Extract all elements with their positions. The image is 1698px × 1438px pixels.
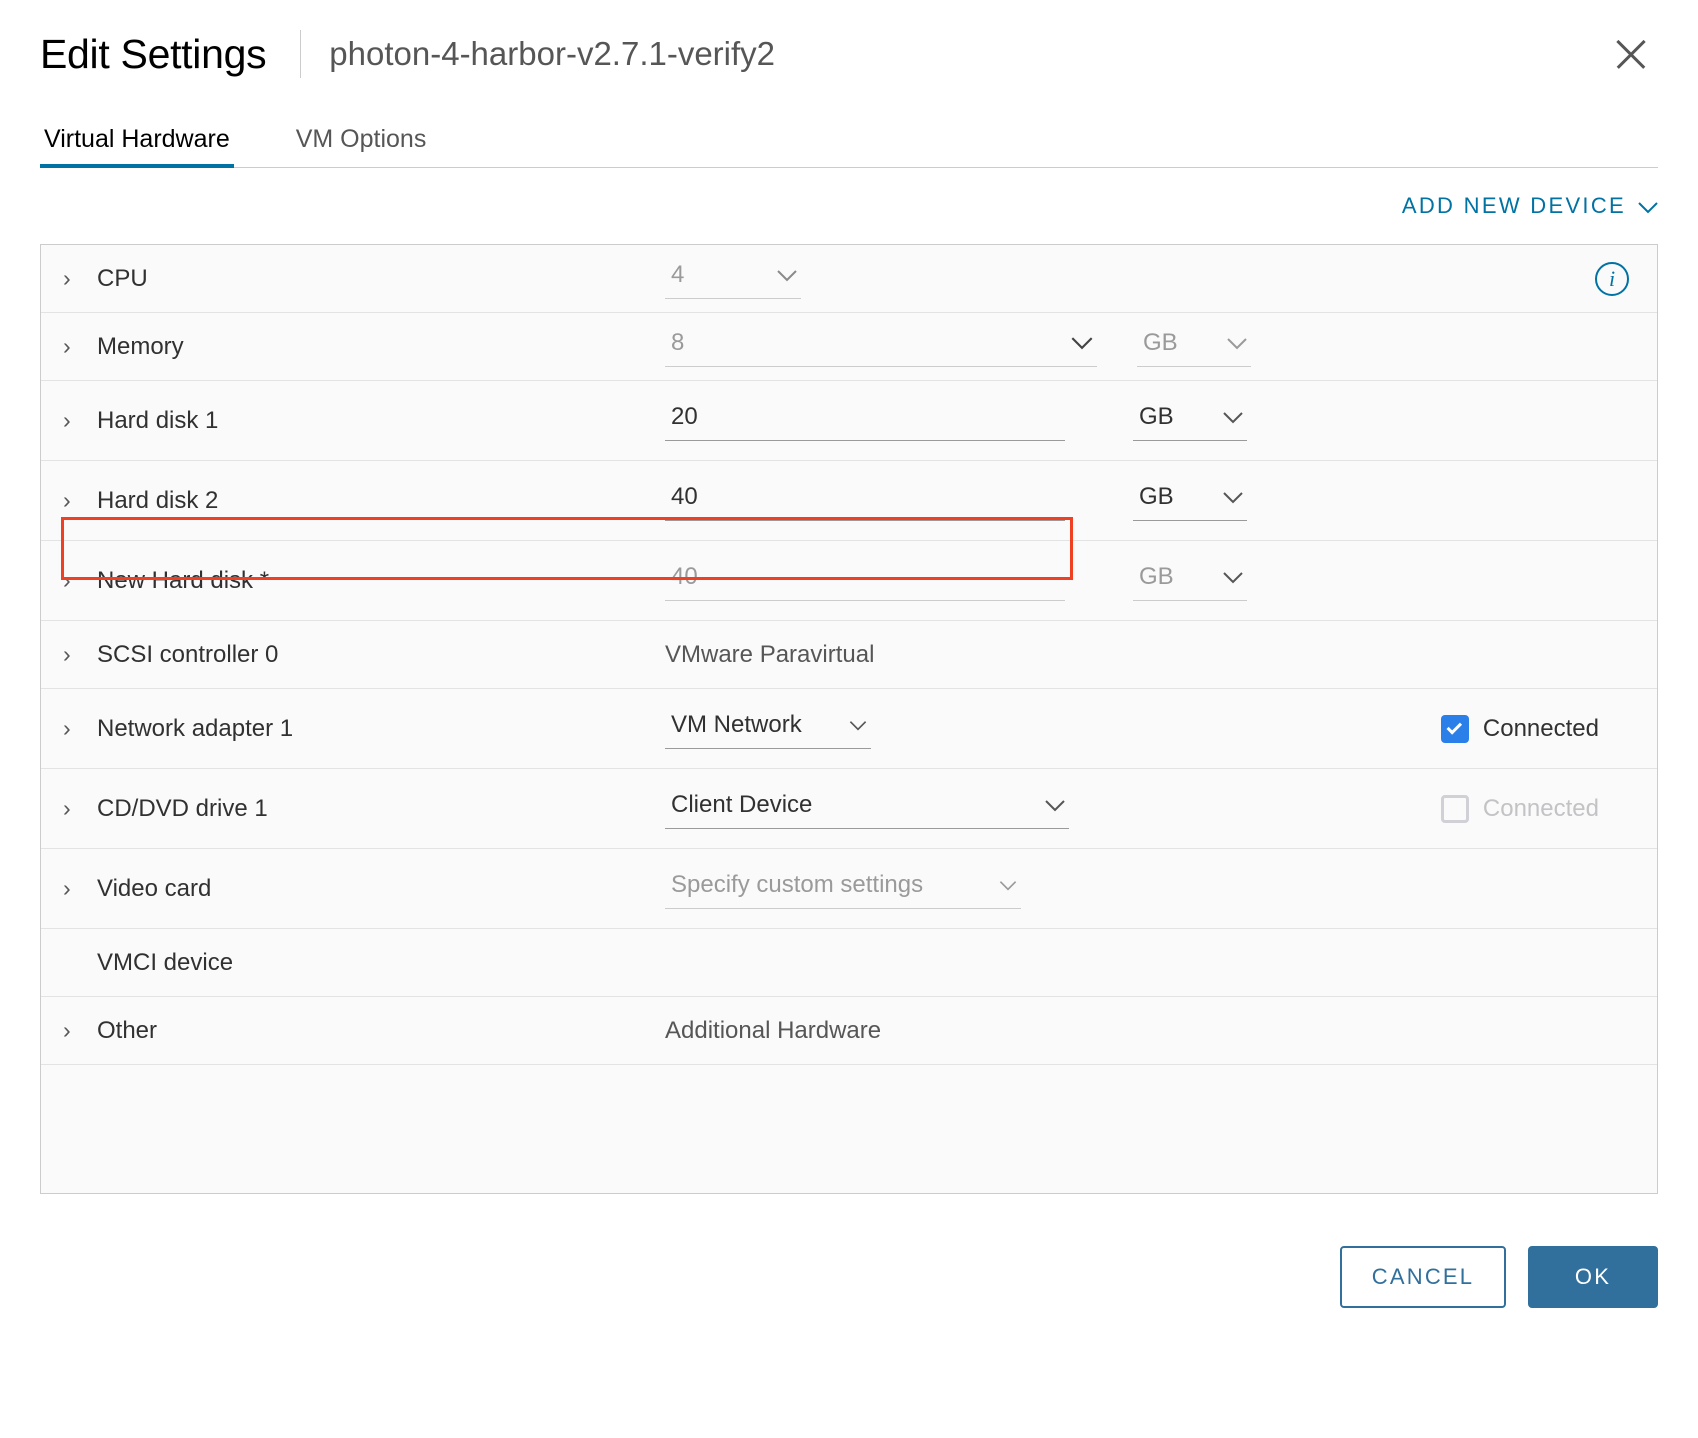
memory-unit-value: GB xyxy=(1143,328,1178,356)
cpu-count-value: 4 xyxy=(671,260,685,288)
device-label: CD/DVD drive 1 xyxy=(97,794,268,822)
memory-unit-select[interactable]: GB xyxy=(1137,327,1251,367)
other-value-cell: Additional Hardware xyxy=(665,1017,881,1045)
expand-caret-icon[interactable]: › xyxy=(63,409,97,432)
expand-caret-icon[interactable]: › xyxy=(63,489,97,512)
tab-vm-options[interactable]: VM Options xyxy=(292,125,431,167)
chevron-down-icon xyxy=(757,265,797,285)
expand-caret-icon[interactable]: › xyxy=(63,877,97,900)
hard-disk-1-size-input[interactable] xyxy=(665,400,1065,441)
network-adapter-value-cell: VM Network xyxy=(665,709,871,749)
cd-dvd-device-select[interactable]: Client Device xyxy=(665,789,1069,829)
chevron-down-icon xyxy=(1203,487,1243,507)
network-adapter-connected-checkbox[interactable]: Connected xyxy=(1440,714,1599,743)
memory-value-cell: 8 GB xyxy=(665,327,1251,367)
info-icon[interactable]: i xyxy=(1595,261,1629,296)
virtual-hardware-table: › CPU 4 i › Memory 8 GB › Hard disk 1 20… xyxy=(40,244,1658,1194)
title-divider xyxy=(300,30,302,78)
device-row-cd-dvd-drive-1[interactable]: › CD/DVD drive 1 Client Device Connected xyxy=(41,769,1657,849)
tab-bar: Virtual Hardware VM Options xyxy=(40,108,1658,168)
cd-dvd-value-cell: Client Device xyxy=(665,789,1069,829)
hard-disk-1-unit-select[interactable]: GB xyxy=(1133,401,1247,441)
hard-disk-2-unit-value: GB xyxy=(1139,482,1174,510)
new-hard-disk-size-input[interactable] xyxy=(665,560,1065,601)
close-icon[interactable] xyxy=(1604,27,1658,81)
device-label: SCSI controller 0 xyxy=(97,640,279,668)
memory-size-select[interactable]: 8 xyxy=(665,327,1097,367)
page-title: Edit Settings xyxy=(40,30,267,77)
device-row-network-adapter-1[interactable]: › Network adapter 1 VM Network Connected xyxy=(41,689,1657,769)
device-row-other[interactable]: › Other Additional Hardware xyxy=(41,997,1657,1065)
add-new-device-button[interactable]: ADD NEW DEVICE xyxy=(1402,193,1658,219)
toolbar: ADD NEW DEVICE xyxy=(40,168,1658,244)
chevron-down-icon xyxy=(989,875,1017,895)
expand-caret-icon[interactable]: › xyxy=(63,1019,97,1042)
hard-disk-2-unit-select[interactable]: GB xyxy=(1133,481,1247,521)
network-adapter-network-select[interactable]: VM Network xyxy=(665,709,871,749)
chevron-down-icon xyxy=(1203,567,1243,587)
chevron-down-icon xyxy=(1203,407,1243,427)
cpu-value-cell: 4 xyxy=(665,259,801,299)
device-row-vmci-device[interactable]: VMCI device xyxy=(41,929,1657,997)
checkbox-unchecked-icon xyxy=(1440,794,1469,823)
device-row-new-hard-disk[interactable]: › New Hard disk * GB xyxy=(41,541,1657,621)
connected-label: Connected xyxy=(1482,714,1599,742)
chevron-down-icon xyxy=(839,715,867,735)
device-label: Other xyxy=(97,1016,158,1044)
video-card-settings-select[interactable]: Specify custom settings xyxy=(665,869,1021,909)
device-row-hard-disk-2[interactable]: › Hard disk 2 GB xyxy=(41,461,1657,541)
hard-disk-2-size-input[interactable] xyxy=(665,480,1065,521)
connected-label: Connected xyxy=(1482,794,1599,822)
vm-name: photon-4-harbor-v2.7.1-verify2 xyxy=(329,35,776,72)
device-label: Video card xyxy=(97,874,212,902)
hard-disk-1-unit-value: GB xyxy=(1139,402,1174,430)
device-label: VMCI device xyxy=(97,948,234,976)
device-label: CPU xyxy=(97,264,148,292)
cd-dvd-connected-checkbox[interactable]: Connected xyxy=(1440,794,1599,823)
expand-caret-icon[interactable]: › xyxy=(63,569,97,592)
hard-disk-2-value-cell: GB xyxy=(665,480,1247,521)
chevron-down-icon xyxy=(1207,333,1247,353)
dialog-header: Edit Settings photon-4-harbor-v2.7.1-ver… xyxy=(40,0,1658,86)
add-new-device-label: ADD NEW DEVICE xyxy=(1401,193,1626,218)
hard-disk-1-value-cell: GB xyxy=(665,400,1247,441)
device-row-memory[interactable]: › Memory 8 GB xyxy=(41,313,1657,381)
expand-caret-icon[interactable]: › xyxy=(63,267,97,290)
device-label: Memory xyxy=(97,332,184,360)
device-row-hard-disk-1[interactable]: › Hard disk 1 GB xyxy=(41,381,1657,461)
expand-caret-icon[interactable]: › xyxy=(63,335,97,358)
ok-button[interactable]: OK xyxy=(1528,1246,1658,1308)
device-row-video-card[interactable]: › Video card Specify custom settings xyxy=(41,849,1657,929)
device-row-cpu[interactable]: › CPU 4 i xyxy=(41,245,1657,313)
edit-settings-dialog: Edit Settings photon-4-harbor-v2.7.1-ver… xyxy=(0,0,1698,1438)
new-hard-disk-value-cell: GB xyxy=(665,560,1247,601)
chevron-down-icon xyxy=(1025,795,1065,815)
cd-dvd-device-value: Client Device xyxy=(671,790,813,818)
dialog-footer: CANCEL OK xyxy=(40,1246,1658,1308)
device-label: Hard disk 1 xyxy=(97,406,219,434)
chevron-down-icon xyxy=(1638,193,1658,219)
network-adapter-network-value: VM Network xyxy=(671,710,802,738)
expand-caret-icon[interactable]: › xyxy=(63,643,97,666)
expand-caret-icon[interactable]: › xyxy=(63,797,97,820)
new-hard-disk-unit-value: GB xyxy=(1139,562,1174,590)
device-label: Hard disk 2 xyxy=(97,486,219,514)
scsi-controller-value-cell: VMware Paravirtual xyxy=(665,641,874,669)
device-label: New Hard disk * xyxy=(97,566,270,594)
chevron-down-icon xyxy=(1051,333,1093,353)
device-label: Network adapter 1 xyxy=(97,714,294,742)
scsi-controller-type: VMware Paravirtual xyxy=(665,640,875,668)
expand-caret-icon[interactable]: › xyxy=(63,717,97,740)
tab-virtual-hardware[interactable]: Virtual Hardware xyxy=(40,125,234,168)
new-hard-disk-unit-select[interactable]: GB xyxy=(1133,561,1247,601)
other-hardware-value: Additional Hardware xyxy=(665,1016,882,1044)
device-row-scsi-controller-0[interactable]: › SCSI controller 0 VMware Paravirtual xyxy=(41,621,1657,689)
cpu-count-select[interactable]: 4 xyxy=(665,259,801,299)
cancel-button[interactable]: CANCEL xyxy=(1340,1246,1506,1308)
checkbox-checked-icon xyxy=(1440,714,1469,743)
memory-size-value: 8 xyxy=(671,328,685,356)
video-card-value-cell: Specify custom settings xyxy=(665,869,1021,909)
video-card-settings-value: Specify custom settings xyxy=(671,870,924,898)
